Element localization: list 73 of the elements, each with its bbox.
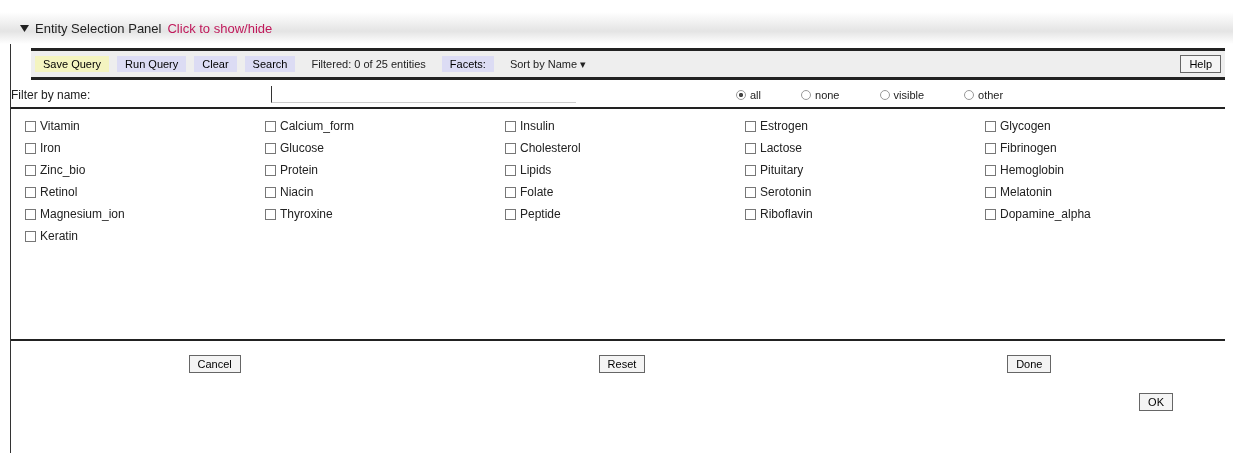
checkbox[interactable] [985,186,996,198]
checkbox-label: Niacin [280,185,314,199]
checkbox[interactable] [985,142,996,154]
checkbox-label: Vitamin [40,119,80,133]
toolbar-label: Filtered: 0 of 25 entities [310,57,427,72]
checkbox[interactable] [25,186,36,198]
toggle-hint[interactable]: Click to show/hide [167,20,273,36]
checkbox[interactable] [265,120,276,132]
radio-label: visible [893,88,925,101]
checkbox[interactable] [985,120,996,132]
checkbox[interactable] [505,164,516,176]
checkbox[interactable] [985,164,996,176]
checkbox[interactable] [25,120,36,132]
checkbox[interactable] [25,142,36,154]
checkbox[interactable] [265,186,276,198]
toolbar-button[interactable]: Run Query [117,56,187,72]
radio-button[interactable] [736,89,746,100]
checkbox-label: Folate [520,185,554,199]
filter-label: Filter by name: [11,87,92,102]
checkbox-label: Peptide [520,207,561,221]
checkbox[interactable] [25,164,36,176]
checkbox[interactable] [505,186,516,198]
triangle-icon[interactable] [20,23,29,33]
checkbox[interactable] [745,120,756,132]
action-button[interactable]: Reset [598,355,646,373]
checkbox-label: Thyroxine [280,207,333,221]
checkbox-label: Zinc_bio [40,163,86,177]
checkbox-label: Melatonin [1000,185,1053,199]
checkbox-label: Pituitary [760,163,804,177]
toolbar-label: Sort by Name ▾ [508,56,588,72]
checkbox-label: Glucose [280,141,325,155]
checkbox[interactable] [265,164,276,176]
help-button[interactable]: Help [1180,55,1221,73]
radio-label: none [815,88,840,101]
radio-label: other [978,88,1004,101]
checkbox[interactable] [265,208,276,220]
checkbox-label: Cholesterol [520,141,581,155]
checkbox-label: Glycogen [1000,119,1051,133]
checkbox-label: Iron [40,141,61,155]
checkbox-label: Keratin [40,229,79,243]
checkbox-label: Fibrinogen [1000,141,1057,155]
checkbox-label: Retinol [40,185,78,199]
toolbar-button[interactable]: Clear [194,56,237,72]
ok-button[interactable]: OK [1139,393,1173,411]
checkbox[interactable] [25,230,36,242]
checkbox-label: Protein [280,163,319,177]
action-button[interactable]: Done [1007,355,1052,373]
toolbar-button[interactable]: Facets: [441,56,494,72]
action-button[interactable]: Cancel [188,355,241,373]
checkbox-label: Calcium_form [280,119,354,133]
checkbox[interactable] [505,142,516,154]
checkbox[interactable] [265,142,276,154]
checkbox[interactable] [985,208,996,220]
checkbox-label: Serotonin [760,185,812,199]
checkbox-label: Magnesium_ion [40,207,125,221]
checkbox-label: Riboflavin [760,207,813,221]
checkbox-label: Lipids [520,163,552,177]
toolbar-button[interactable]: Search [244,56,296,72]
checkbox[interactable] [745,208,756,220]
checkbox[interactable] [505,208,516,220]
toolbar-button[interactable]: Save Query [35,56,110,72]
radio-label: all [750,88,761,101]
checkbox[interactable] [745,186,756,198]
checkbox-label: Dopamine_alpha [1000,207,1091,221]
checkbox-label: Lactose [760,141,803,155]
checkbox[interactable] [745,164,756,176]
checkbox-label: Hemoglobin [1000,163,1065,177]
checkbox-label: Estrogen [760,119,809,133]
checkbox[interactable] [25,208,36,220]
checkbox-label: Insulin [520,119,555,133]
panel-title: Entity Selection Panel [35,20,162,36]
checkbox[interactable] [505,120,516,132]
checkbox[interactable] [745,142,756,154]
